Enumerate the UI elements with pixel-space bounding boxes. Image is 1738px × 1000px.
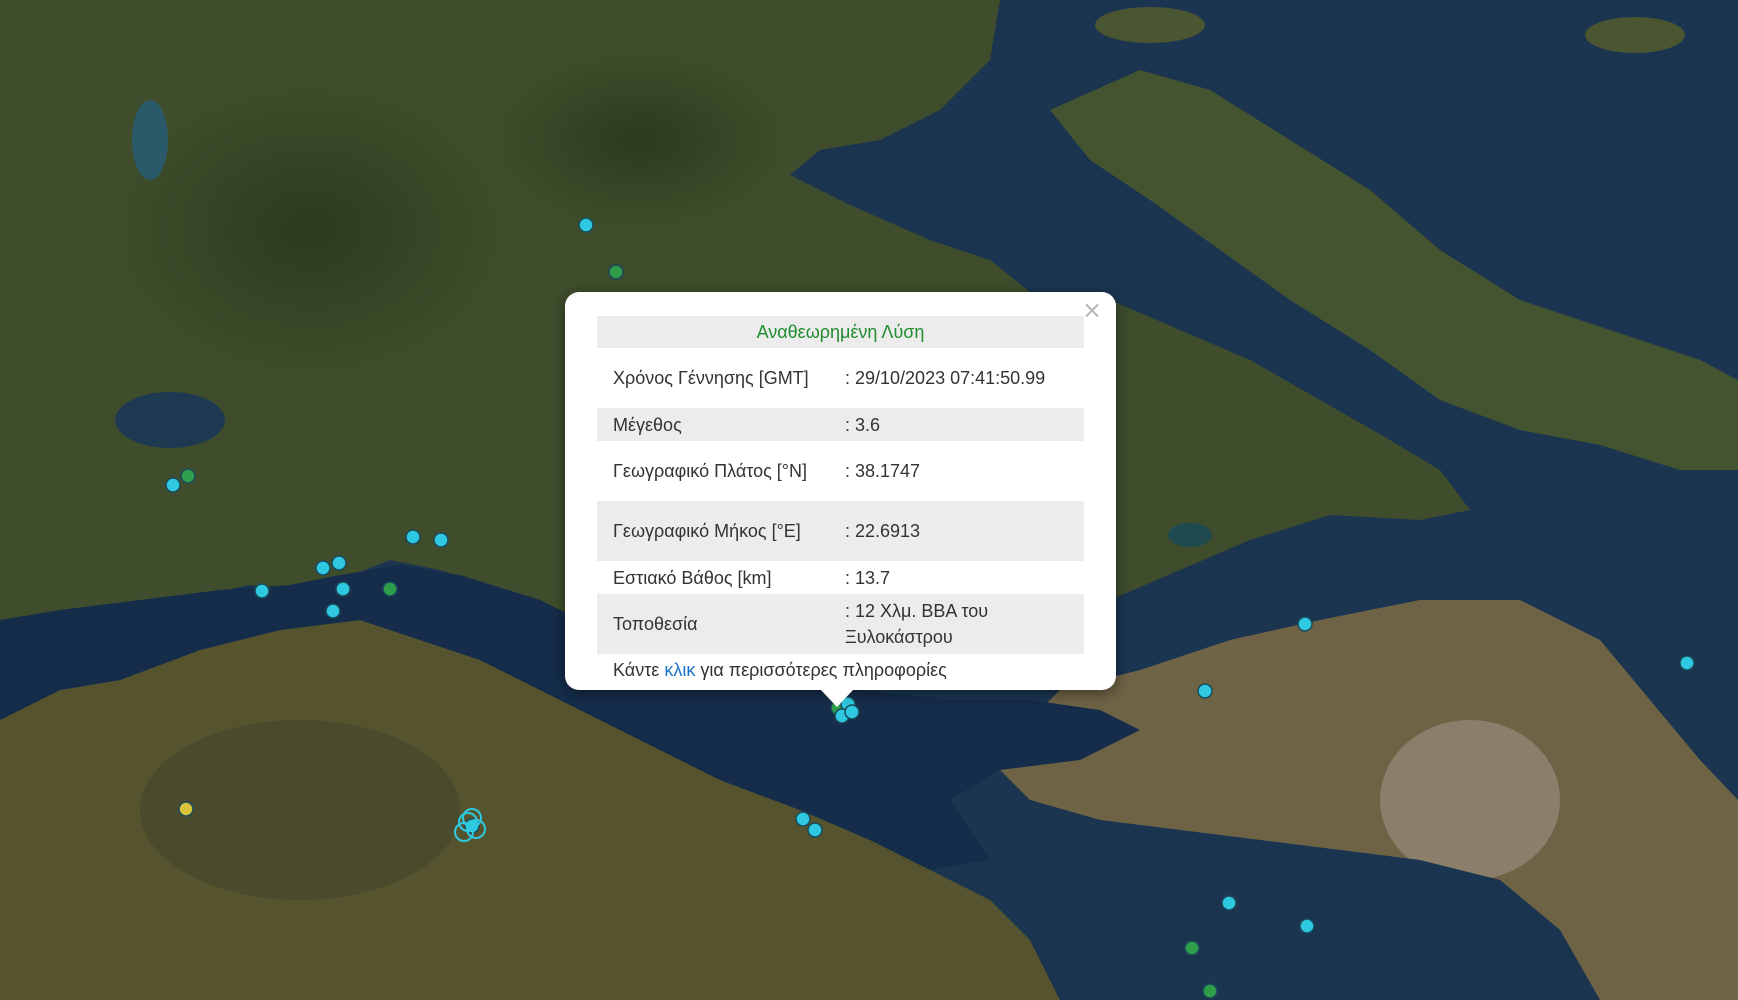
origin-time-label: Χρόνος Γέννησης [GMT] [613,368,809,388]
table-row: Χρόνος Γέννησης [GMT] : 29/10/2023 07:41… [597,348,1084,408]
earthquake-marker-cyan[interactable] [315,560,331,576]
footer-text-before: Κάντε [613,660,665,680]
earthquake-marker-cyan[interactable] [1221,895,1237,911]
earthquake-details-table: Χρόνος Γέννησης [GMT] : 29/10/2023 07:41… [597,348,1084,654]
earthquake-marker-cyan[interactable] [807,822,823,838]
earthquake-marker-green[interactable] [382,581,398,597]
popup-footer: Κάντε κλικ για περισσότερες πληροφορίες [597,654,1084,686]
mountain-range [110,80,510,380]
table-row: Τοποθεσία : 12 Χλμ. ΒΒΑ του Ξυλοκάστρου [597,594,1084,654]
earthquake-marker-cyan[interactable] [1299,918,1315,934]
earthquake-marker-cyan[interactable] [165,477,181,493]
footer-text-after: για περισσότερες πληροφορίες [695,660,947,680]
longitude-label: Γεωγραφικό Μήκος [°E] [597,501,829,561]
earthquake-marker-cyan[interactable] [325,603,341,619]
earthquake-marker-cyan[interactable] [331,555,347,571]
lake [1168,523,1212,547]
depth-label: Εστιακό Βάθος [km] [613,567,772,588]
table-row: Μέγεθος : 3.6 [597,408,1084,441]
more-info-link[interactable]: κλικ [664,660,695,680]
latitude-label: Γεωγραφικό Πλάτος [°N] [613,461,807,481]
magnitude-label: Μέγεθος [597,408,829,441]
earthquake-marker-cyan[interactable] [254,583,270,599]
close-icon[interactable]: × [1080,298,1104,322]
location-label: Τοποθεσία [597,594,829,654]
urban-area-athens [1380,720,1560,880]
earthquake-marker-yellow[interactable] [178,801,194,817]
land-island [1095,7,1205,43]
earthquake-marker-green[interactable] [1184,940,1200,956]
earthquake-marker-cyan[interactable] [795,811,811,827]
origin-time-value: : 29/10/2023 07:41:50.99 [845,368,1046,388]
earthquake-marker-cyan[interactable] [1297,616,1313,632]
earthquake-marker-cyan[interactable] [335,581,351,597]
location-value: : 12 Χλμ. ΒΒΑ του Ξυλοκάστρου [829,594,1084,654]
longitude-value: : 22.6913 [829,501,1084,561]
magnitude-value: : 3.6 [829,408,1084,441]
earthquake-marker-cyan[interactable] [433,532,449,548]
earthquake-marker-cyan[interactable] [405,529,421,545]
earthquake-marker-cyan[interactable] [1679,655,1695,671]
earthquake-marker-green[interactable] [180,468,196,484]
latitude-value: : 38.1747 [845,461,921,481]
table-row: Γεωγραφικό Πλάτος [°N] : 38.1747 [597,441,1084,501]
lake [115,392,225,448]
lake [132,100,168,180]
earthquake-info-popup: × Αναθεωρημένη Λύση Χρόνος Γέννησης [GMT… [565,292,1116,707]
popup-pointer [820,689,854,707]
land-island [1585,17,1685,53]
earthquake-marker-green[interactable] [1202,983,1218,999]
earthquake-marker-cyan[interactable] [1197,683,1213,699]
popup-title: Αναθεωρημένη Λύση [597,316,1084,348]
earthquake-marker-cyan[interactable] [578,217,594,233]
earthquake-marker-green[interactable] [608,264,624,280]
table-row: Εστιακό Βάθος [km] : 13.7 [597,561,1084,594]
table-row: Γεωγραφικό Μήκος [°E] : 22.6913 [597,501,1084,561]
selected-earthquake-marker[interactable] [844,704,860,720]
depth-value: : 13.7 [845,567,891,588]
mountain-range [490,50,790,230]
